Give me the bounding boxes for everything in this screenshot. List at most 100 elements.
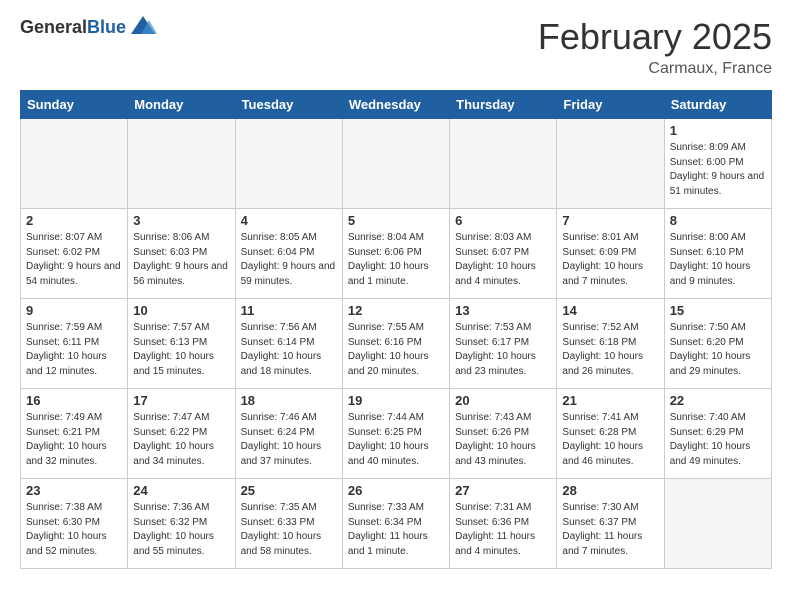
day-header-saturday: Saturday bbox=[664, 91, 771, 119]
day-header-sunday: Sunday bbox=[21, 91, 128, 119]
calendar-table: SundayMondayTuesdayWednesdayThursdayFrid… bbox=[20, 90, 772, 569]
logo: GeneralBlue bbox=[20, 16, 157, 40]
cell-info: Sunrise: 7:30 AM Sunset: 6:37 PM Dayligh… bbox=[562, 501, 658, 559]
cell-info: Sunrise: 7:31 AM Sunset: 6:36 PM Dayligh… bbox=[455, 501, 551, 559]
day-number: 26 bbox=[348, 483, 444, 498]
cell-info: Sunrise: 7:44 AM Sunset: 6:25 PM Dayligh… bbox=[348, 411, 444, 469]
calendar-cell: 13 Sunrise: 7:53 AM Sunset: 6:17 PM Dayli… bbox=[450, 299, 557, 389]
day-number: 25 bbox=[241, 483, 337, 498]
calendar-cell: 18 Sunrise: 7:46 AM Sunset: 6:24 PM Dayli… bbox=[235, 389, 342, 479]
cell-info: Sunrise: 7:43 AM Sunset: 6:26 PM Dayligh… bbox=[455, 411, 551, 469]
day-number: 4 bbox=[241, 213, 337, 228]
day-header-wednesday: Wednesday bbox=[342, 91, 449, 119]
cell-info: Sunrise: 8:04 AM Sunset: 6:06 PM Dayligh… bbox=[348, 231, 444, 289]
calendar-cell: 7 Sunrise: 8:01 AM Sunset: 6:09 PM Daylig… bbox=[557, 209, 664, 299]
day-number: 9 bbox=[26, 303, 122, 318]
month-title: February 2025 bbox=[538, 16, 772, 58]
title-block: February 2025 Carmaux, France bbox=[538, 16, 772, 78]
day-number: 1 bbox=[670, 123, 766, 138]
day-number: 15 bbox=[670, 303, 766, 318]
cell-info: Sunrise: 7:46 AM Sunset: 6:24 PM Dayligh… bbox=[241, 411, 337, 469]
day-number: 14 bbox=[562, 303, 658, 318]
page: GeneralBlue February 2025 Carmaux, Franc… bbox=[0, 0, 792, 585]
day-number: 21 bbox=[562, 393, 658, 408]
calendar-cell: 5 Sunrise: 8:04 AM Sunset: 6:06 PM Daylig… bbox=[342, 209, 449, 299]
calendar-cell: 14 Sunrise: 7:52 AM Sunset: 6:18 PM Dayli… bbox=[557, 299, 664, 389]
cell-info: Sunrise: 7:38 AM Sunset: 6:30 PM Dayligh… bbox=[26, 501, 122, 559]
cell-info: Sunrise: 8:05 AM Sunset: 6:04 PM Dayligh… bbox=[241, 231, 337, 289]
cell-info: Sunrise: 8:09 AM Sunset: 6:00 PM Dayligh… bbox=[670, 141, 766, 199]
day-number: 24 bbox=[133, 483, 229, 498]
calendar-cell bbox=[235, 119, 342, 209]
calendar-cell: 3Sunrise: 8:06 AM Sunset: 6:03 PM Daylig… bbox=[128, 209, 235, 299]
logo-icon bbox=[129, 12, 157, 40]
calendar-cell: 6 Sunrise: 8:03 AM Sunset: 6:07 PM Daylig… bbox=[450, 209, 557, 299]
calendar-cell: 27 Sunrise: 7:31 AM Sunset: 6:36 PM Dayli… bbox=[450, 479, 557, 569]
logo-text: GeneralBlue bbox=[20, 18, 126, 38]
day-number: 20 bbox=[455, 393, 551, 408]
calendar-cell bbox=[557, 119, 664, 209]
header: GeneralBlue February 2025 Carmaux, Franc… bbox=[20, 16, 772, 78]
day-number: 2 bbox=[26, 213, 122, 228]
day-number: 17 bbox=[133, 393, 229, 408]
day-number: 19 bbox=[348, 393, 444, 408]
calendar-cell: 20 Sunrise: 7:43 AM Sunset: 6:26 PM Dayli… bbox=[450, 389, 557, 479]
day-number: 6 bbox=[455, 213, 551, 228]
cell-info: Sunrise: 7:57 AM Sunset: 6:13 PM Dayligh… bbox=[133, 321, 229, 379]
cell-info: Sunrise: 7:33 AM Sunset: 6:34 PM Dayligh… bbox=[348, 501, 444, 559]
calendar-cell: 2Sunrise: 8:07 AM Sunset: 6:02 PM Daylig… bbox=[21, 209, 128, 299]
calendar-cell: 19 Sunrise: 7:44 AM Sunset: 6:25 PM Dayli… bbox=[342, 389, 449, 479]
day-number: 22 bbox=[670, 393, 766, 408]
cell-info: Sunrise: 8:06 AM Sunset: 6:03 PM Dayligh… bbox=[133, 231, 229, 289]
day-number: 11 bbox=[241, 303, 337, 318]
cell-info: Sunrise: 8:03 AM Sunset: 6:07 PM Dayligh… bbox=[455, 231, 551, 289]
cell-info: Sunrise: 7:53 AM Sunset: 6:17 PM Dayligh… bbox=[455, 321, 551, 379]
calendar-cell: 16 Sunrise: 7:49 AM Sunset: 6:21 PM Dayli… bbox=[21, 389, 128, 479]
calendar-week-2: 9 Sunrise: 7:59 AM Sunset: 6:11 PM Daylig… bbox=[21, 299, 772, 389]
cell-info: Sunrise: 8:01 AM Sunset: 6:09 PM Dayligh… bbox=[562, 231, 658, 289]
calendar-cell: 22 Sunrise: 7:40 AM Sunset: 6:29 PM Dayli… bbox=[664, 389, 771, 479]
calendar-cell: 23 Sunrise: 7:38 AM Sunset: 6:30 PM Dayli… bbox=[21, 479, 128, 569]
cell-info: Sunrise: 7:49 AM Sunset: 6:21 PM Dayligh… bbox=[26, 411, 122, 469]
calendar-cell: 17 Sunrise: 7:47 AM Sunset: 6:22 PM Dayli… bbox=[128, 389, 235, 479]
cell-info: Sunrise: 7:50 AM Sunset: 6:20 PM Dayligh… bbox=[670, 321, 766, 379]
day-number: 7 bbox=[562, 213, 658, 228]
calendar-cell: 26 Sunrise: 7:33 AM Sunset: 6:34 PM Dayli… bbox=[342, 479, 449, 569]
location: Carmaux, France bbox=[538, 60, 772, 78]
cell-info: Sunrise: 7:41 AM Sunset: 6:28 PM Dayligh… bbox=[562, 411, 658, 469]
calendar-cell: 25 Sunrise: 7:35 AM Sunset: 6:33 PM Dayli… bbox=[235, 479, 342, 569]
calendar-cell: 28 Sunrise: 7:30 AM Sunset: 6:37 PM Dayli… bbox=[557, 479, 664, 569]
day-header-thursday: Thursday bbox=[450, 91, 557, 119]
day-number: 23 bbox=[26, 483, 122, 498]
calendar-cell: 21 Sunrise: 7:41 AM Sunset: 6:28 PM Dayli… bbox=[557, 389, 664, 479]
cell-info: Sunrise: 7:40 AM Sunset: 6:29 PM Dayligh… bbox=[670, 411, 766, 469]
day-number: 27 bbox=[455, 483, 551, 498]
logo-blue: Blue bbox=[87, 17, 126, 37]
calendar-week-3: 16 Sunrise: 7:49 AM Sunset: 6:21 PM Dayli… bbox=[21, 389, 772, 479]
calendar-cell: 8 Sunrise: 8:00 AM Sunset: 6:10 PM Daylig… bbox=[664, 209, 771, 299]
day-header-tuesday: Tuesday bbox=[235, 91, 342, 119]
day-number: 10 bbox=[133, 303, 229, 318]
cell-info: Sunrise: 7:59 AM Sunset: 6:11 PM Dayligh… bbox=[26, 321, 122, 379]
calendar-cell: 12Sunrise: 7:55 AM Sunset: 6:16 PM Dayli… bbox=[342, 299, 449, 389]
cell-info: Sunrise: 7:47 AM Sunset: 6:22 PM Dayligh… bbox=[133, 411, 229, 469]
calendar-cell bbox=[128, 119, 235, 209]
day-number: 13 bbox=[455, 303, 551, 318]
day-header-friday: Friday bbox=[557, 91, 664, 119]
calendar-cell: 1 Sunrise: 8:09 AM Sunset: 6:00 PM Daylig… bbox=[664, 119, 771, 209]
day-number: 5 bbox=[348, 213, 444, 228]
calendar-header-row: SundayMondayTuesdayWednesdayThursdayFrid… bbox=[21, 91, 772, 119]
day-number: 28 bbox=[562, 483, 658, 498]
cell-info: Sunrise: 8:00 AM Sunset: 6:10 PM Dayligh… bbox=[670, 231, 766, 289]
cell-info: Sunrise: 7:35 AM Sunset: 6:33 PM Dayligh… bbox=[241, 501, 337, 559]
cell-info: Sunrise: 7:36 AM Sunset: 6:32 PM Dayligh… bbox=[133, 501, 229, 559]
cell-info: Sunrise: 7:52 AM Sunset: 6:18 PM Dayligh… bbox=[562, 321, 658, 379]
calendar-cell bbox=[450, 119, 557, 209]
day-number: 16 bbox=[26, 393, 122, 408]
calendar-cell: 9 Sunrise: 7:59 AM Sunset: 6:11 PM Daylig… bbox=[21, 299, 128, 389]
day-number: 18 bbox=[241, 393, 337, 408]
day-header-monday: Monday bbox=[128, 91, 235, 119]
calendar-cell bbox=[342, 119, 449, 209]
calendar-cell bbox=[664, 479, 771, 569]
day-number: 8 bbox=[670, 213, 766, 228]
